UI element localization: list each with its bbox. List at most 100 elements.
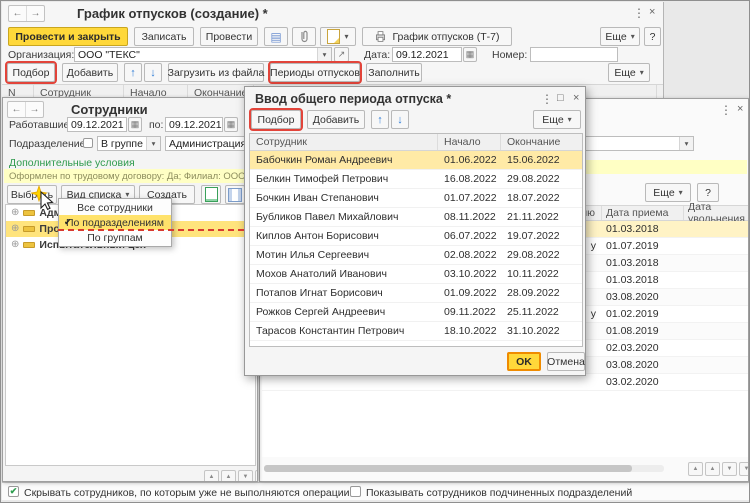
create-group-button[interactable]	[201, 185, 221, 204]
worked-to-field[interactable]: 09.12.2021	[165, 117, 223, 132]
worked-from-field[interactable]: 09.12.2021	[67, 117, 127, 132]
add-button[interactable]: Добавить	[62, 63, 118, 82]
calendar-button[interactable]: ▦	[128, 117, 142, 132]
more-button[interactable]: Еще ▾	[600, 27, 640, 46]
dialog-move-down-button[interactable]: ↓	[391, 110, 409, 129]
expand-icon[interactable]: ⊕	[11, 240, 19, 250]
forward-icon: →	[30, 8, 41, 19]
dialog-add-button[interactable]: Добавить	[307, 110, 365, 129]
chevron-down-icon: ▾	[678, 188, 683, 197]
additional-conditions-link[interactable]: Дополнительные условия	[9, 157, 135, 169]
nav-down-button[interactable]: ▼	[722, 462, 737, 476]
expand-icon[interactable]: ⊕	[11, 208, 19, 218]
dialog-table-row[interactable]: Потапов Игнат Борисович 01.09.2022 28.09.2…	[250, 284, 582, 303]
columns-button[interactable]	[225, 185, 245, 204]
nav-top-button[interactable]: ▲	[688, 462, 703, 476]
structure-button[interactable]: ▤	[264, 27, 288, 46]
cell: 01.08.2019	[606, 325, 659, 337]
nav-bottom-button[interactable]: ▼	[255, 470, 257, 481]
dialog-table-row[interactable]: Бубликов Павел Михайлович 08.11.2022 21.11…	[250, 208, 582, 227]
date-calendar-button[interactable]: ▦	[463, 47, 477, 62]
menu-item[interactable]: По группам	[59, 230, 171, 245]
dialog-table-row[interactable]: Бабочкин Роман Андреевич 01.06.2022 15.06.…	[250, 151, 582, 170]
post-button[interactable]: Провести	[200, 27, 258, 46]
horizontal-scrollbar[interactable]	[264, 465, 664, 472]
dialog-table-row[interactable]: Киплов Антон Борисович 06.07.2022 19.07.20…	[250, 227, 582, 246]
nav-top-button[interactable]: ▲	[204, 470, 219, 481]
number-field[interactable]	[530, 47, 618, 62]
dialog-table-row[interactable]: Рожков Сергей Андреевич 09.11.2022 25.11.2…	[250, 303, 582, 322]
window-more-icon[interactable]: ⋮	[720, 103, 732, 117]
column-header[interactable]: Дата увольнения	[684, 201, 748, 225]
column-header[interactable]: Дата приема	[602, 206, 684, 220]
back-button[interactable]: ←	[9, 6, 27, 21]
cell: 09.11.2022	[444, 306, 496, 318]
save-button[interactable]: Записать	[134, 27, 194, 46]
forward-button[interactable]: →	[26, 102, 43, 117]
attachments-button[interactable]	[292, 27, 316, 46]
nav-down-button[interactable]: ▼	[238, 470, 253, 481]
window-more-icon[interactable]: ⋮	[541, 92, 553, 106]
post-and-close-button[interactable]: Провести и закрыть	[8, 27, 128, 46]
dialog-more-button[interactable]: Еще ▾	[533, 110, 581, 129]
cell: 01.03.2018	[606, 257, 659, 269]
move-up-button[interactable]: ↑	[124, 63, 142, 82]
forward-button[interactable]: →	[27, 6, 44, 21]
reports-button[interactable]: ▾	[320, 27, 356, 46]
window-more-icon[interactable]: ⋮	[633, 6, 645, 20]
pick-button[interactable]: Подбор	[5, 61, 57, 84]
maximize-icon[interactable]: □	[557, 92, 564, 104]
cell: 18.07.2022	[507, 192, 560, 204]
menu-item[interactable]: ✔ По подразделениям	[59, 215, 171, 230]
ok-button[interactable]: OK	[507, 352, 541, 371]
dialog-pick-button[interactable]: Подбор	[249, 108, 303, 131]
menu-item[interactable]: Все сотрудники	[59, 200, 171, 215]
date-field[interactable]: 09.12.2021	[392, 47, 462, 62]
dialog-table-row[interactable]: Мохов Анатолий Иванович 03.10.2022 10.11.2…	[250, 265, 582, 284]
column-header[interactable]: Начало	[438, 134, 501, 150]
close-icon[interactable]: ×	[649, 6, 655, 18]
help-button[interactable]: ?	[697, 183, 719, 202]
cancel-button[interactable]: Отмена	[547, 352, 585, 371]
close-icon[interactable]: ×	[737, 103, 743, 115]
combo-arrow-icon[interactable]: ▾	[679, 137, 693, 150]
dialog-table-row[interactable]: Мотин Илья Сергеевич 02.08.2022 29.08.2022	[250, 246, 582, 265]
help-button[interactable]: ?	[644, 27, 661, 46]
dialog-table-row[interactable]: Белкин Тимофей Петрович 16.08.2022 29.08.2…	[250, 170, 582, 189]
open-org-button[interactable]: ↗	[334, 47, 349, 62]
org-field[interactable]: ООО "ТЕКС" ▾	[74, 47, 332, 62]
nav-bottom-button[interactable]: ▼	[739, 462, 748, 476]
back-button[interactable]: ←	[8, 102, 26, 117]
vacation-periods-button[interactable]: Периоды отпусков	[268, 61, 362, 84]
nav-up-button[interactable]: ▲	[705, 462, 720, 476]
hide-completed-checkbox[interactable]: ✔	[8, 486, 19, 497]
list-nav-buttons: ▲ ▲ ▼ ▼	[688, 462, 748, 476]
fill-button[interactable]: Заполнить	[366, 63, 422, 82]
more-button[interactable]: Еще ▾	[645, 183, 691, 202]
show-subordinate-checkbox[interactable]	[350, 486, 361, 497]
scrollbar-thumb[interactable]	[264, 465, 632, 472]
move-down-button[interactable]: ↓	[144, 63, 162, 82]
list-table-row[interactable]: 03.02.2020	[262, 374, 748, 391]
combo-arrow-icon[interactable]: ▾	[317, 48, 331, 61]
dialog-move-up-button[interactable]: ↑	[371, 110, 389, 129]
cell	[684, 289, 748, 305]
nav-up-button[interactable]: ▲	[221, 470, 236, 481]
dialog-table-row[interactable]: Бочкин Иван Степанович 01.07.2022 18.07.20…	[250, 189, 582, 208]
column-header[interactable]: Окончание	[501, 134, 582, 150]
group-mode-select[interactable]: В группе ▾	[97, 136, 161, 151]
calendar-icon: ▦	[465, 49, 475, 59]
tree-nav-buttons: ▲ ▲ ▼ ▼	[204, 470, 257, 481]
dialog-table-row[interactable]: Тарасов Константин Петрович 18.10.2022 31.…	[250, 322, 582, 341]
load-from-file-button[interactable]: Загрузить из файла	[168, 63, 264, 82]
close-icon[interactable]: ×	[573, 92, 579, 104]
department-checkbox[interactable]	[83, 138, 93, 148]
cell	[684, 340, 748, 356]
cell: Белкин Тимофей Петрович	[256, 173, 389, 185]
cell	[684, 306, 748, 322]
calendar-button[interactable]: ▦	[224, 117, 238, 132]
expand-icon[interactable]: ⊕	[11, 224, 19, 234]
column-header[interactable]: Сотрудник	[250, 134, 438, 150]
print-t7-button[interactable]: График отпусков (Т-7)	[362, 27, 512, 46]
more-button-2[interactable]: Еще ▾	[608, 63, 650, 82]
